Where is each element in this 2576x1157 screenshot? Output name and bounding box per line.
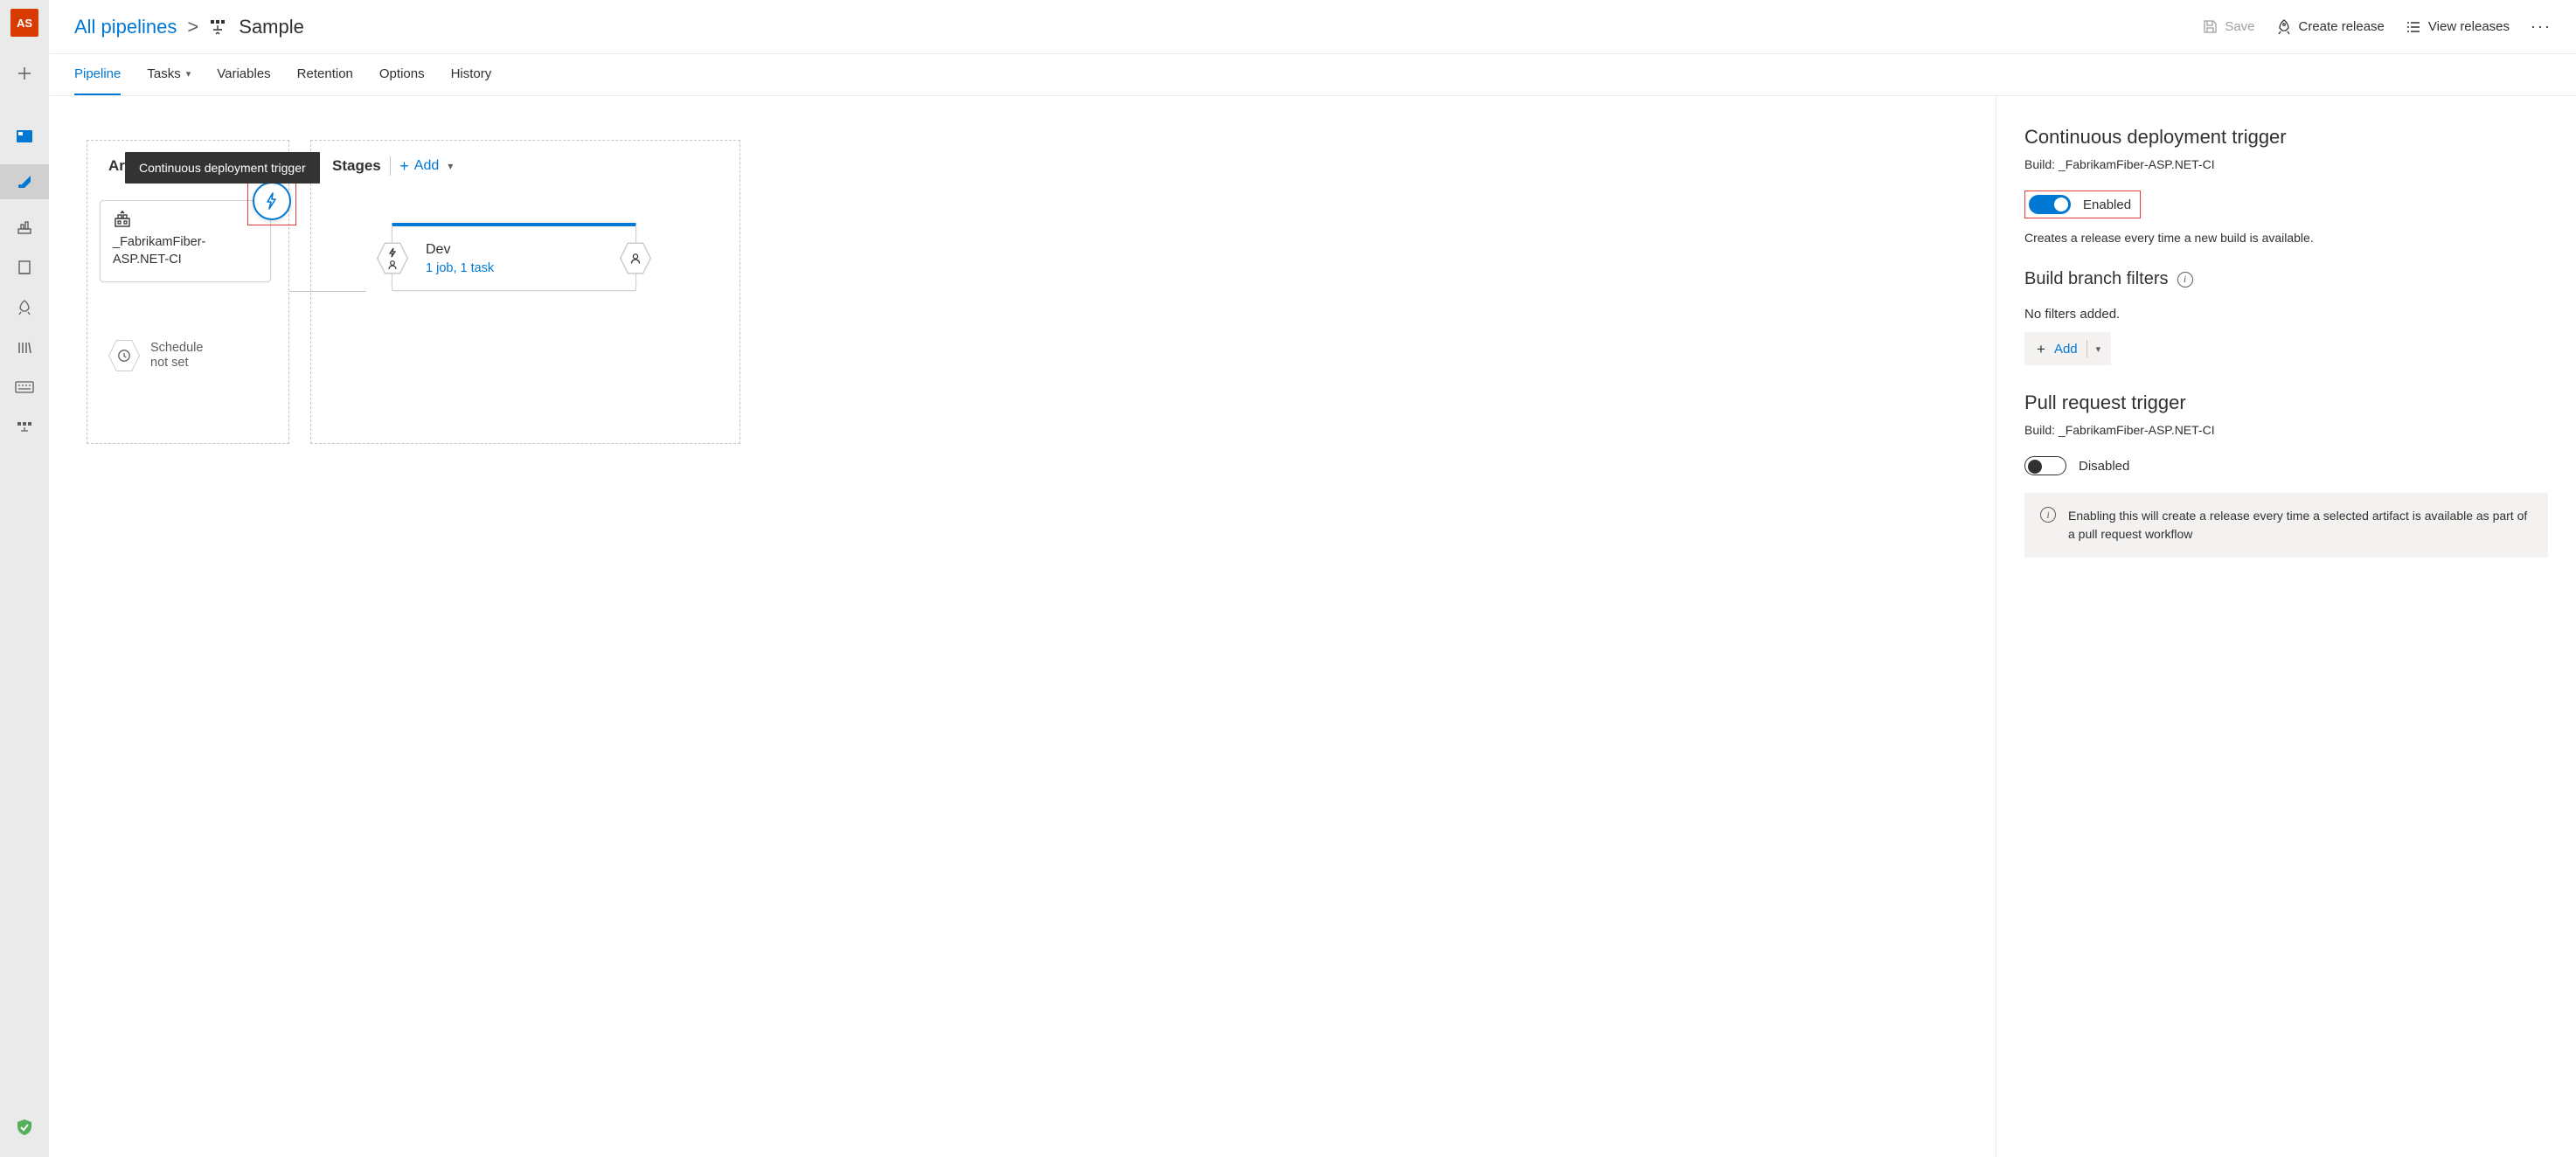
artifact-name: _FabrikamFiber-ASP.NET-CI [113, 234, 260, 268]
tab-tasks[interactable]: Tasks▾ [147, 54, 191, 95]
artifacts-box: Artifacts +Add _FabrikamFiber-ASP.NET-CI [87, 140, 289, 444]
pr-trigger-title: Pull request trigger [2024, 391, 2548, 414]
schedule-hex [108, 338, 140, 373]
pr-toggle[interactable] [2024, 456, 2066, 475]
breadcrumb: All pipelines > Sample [74, 16, 304, 38]
divider [2086, 340, 2087, 357]
tab-variables[interactable]: Variables [217, 54, 270, 95]
nav-taskgroups-icon[interactable] [12, 416, 37, 440]
cd-trigger-title: Continuous deployment trigger [2024, 126, 2548, 149]
more-button[interactable]: ··· [2531, 17, 2552, 36]
build-icon [113, 210, 132, 229]
divider [390, 156, 392, 176]
tabbar: Pipeline Tasks▾ Variables Retention Opti… [50, 54, 2576, 96]
pipeline-type-icon [209, 17, 228, 37]
view-releases-button[interactable]: View releases [2406, 19, 2510, 34]
topbar: All pipelines > Sample Save Create relea… [50, 0, 2576, 54]
nav-library-icon[interactable] [12, 336, 37, 360]
person-small-icon [387, 260, 398, 270]
breadcrumb-sep: > [187, 16, 198, 38]
schedule-text: Schedulenot set [150, 341, 203, 371]
stages-title: Stages [332, 157, 381, 175]
pipeline-name[interactable]: Sample [239, 16, 304, 38]
nav-new-icon[interactable] [12, 61, 37, 86]
nav-keyboard-icon[interactable] [12, 376, 37, 400]
stage-name: Dev [426, 242, 494, 258]
pr-build-label: Build: _FabrikamFiber-ASP.NET-CI [2024, 423, 2548, 437]
avatar[interactable]: AS [10, 9, 38, 37]
schedule-row[interactable]: Schedulenot set [108, 338, 276, 373]
tab-options[interactable]: Options [379, 54, 425, 95]
cd-trigger-button[interactable] [253, 182, 291, 220]
nav-repos-icon[interactable] [12, 215, 37, 239]
tooltip: Continuous deployment trigger [125, 152, 320, 184]
chevron-down-icon[interactable]: ▾ [2096, 343, 2101, 355]
settings-panel: Continuous deployment trigger Build: _Fa… [1996, 96, 2576, 1157]
rocket-icon [2276, 19, 2292, 35]
nav-status-icon[interactable] [12, 1115, 37, 1140]
info-icon: i [2040, 507, 2056, 523]
content: Continuous deployment trigger Artifacts … [50, 96, 2576, 1157]
nav-rocket-icon[interactable] [12, 295, 37, 320]
stages-box: Stages +Add▾ Dev 1 job [310, 140, 740, 444]
branch-filters-title: Build branch filtersi [2024, 269, 2548, 289]
create-release-button[interactable]: Create release [2276, 19, 2385, 35]
cd-build-label: Build: _FabrikamFiber-ASP.NET-CI [2024, 157, 2548, 171]
list-icon [2406, 20, 2421, 34]
canvas: Continuous deployment trigger Artifacts … [50, 96, 1996, 1157]
nav-testplans-icon[interactable] [12, 255, 37, 280]
plus-icon: + [2037, 342, 2045, 357]
save-icon [2203, 19, 2218, 34]
plus-icon: + [399, 158, 409, 174]
tab-history[interactable]: History [451, 54, 492, 95]
tab-pipeline[interactable]: Pipeline [74, 54, 121, 95]
post-deploy-conditions[interactable] [620, 241, 651, 276]
stages-add-button[interactable]: +Add▾ [399, 158, 453, 174]
clock-icon [117, 349, 131, 363]
add-filter-button[interactable]: + Add ▾ [2024, 332, 2111, 365]
person-icon [629, 253, 642, 265]
artifact-card[interactable]: _FabrikamFiber-ASP.NET-CI [100, 200, 271, 282]
nav-pipelines-icon[interactable] [0, 164, 49, 199]
lightning-icon [262, 191, 281, 211]
cd-toggle-label: Enabled [2083, 197, 2131, 212]
left-nav: AS [0, 0, 50, 1157]
pr-info-text: Enabling this will create a release ever… [2068, 507, 2531, 544]
pr-info-box: i Enabling this will create a release ev… [2024, 493, 2548, 558]
no-filters-text: No filters added. [2024, 307, 2548, 322]
top-actions: Save Create release View releases ··· [2203, 17, 2552, 36]
pr-toggle-row: Disabled [2024, 456, 2548, 475]
save-button: Save [2203, 19, 2254, 34]
breadcrumb-root[interactable]: All pipelines [74, 16, 177, 38]
pre-deploy-conditions[interactable] [377, 241, 408, 276]
chevron-down-icon: ▾ [186, 68, 191, 80]
cd-description: Creates a release every time a new build… [2024, 231, 2548, 245]
tab-retention[interactable]: Retention [297, 54, 353, 95]
pr-toggle-label: Disabled [2079, 459, 2129, 474]
cd-toggle-row: Enabled [2024, 191, 2141, 218]
info-icon[interactable]: i [2177, 272, 2193, 288]
nav-boards-icon[interactable] [12, 124, 37, 149]
main: All pipelines > Sample Save Create relea… [50, 0, 2576, 1157]
stage-jobs-link[interactable]: 1 job, 1 task [426, 261, 494, 275]
chevron-down-icon: ▾ [448, 160, 453, 172]
stage-card[interactable]: Dev 1 job, 1 task [392, 223, 636, 291]
lightning-small-icon [386, 247, 399, 258]
cd-toggle[interactable] [2029, 195, 2071, 214]
